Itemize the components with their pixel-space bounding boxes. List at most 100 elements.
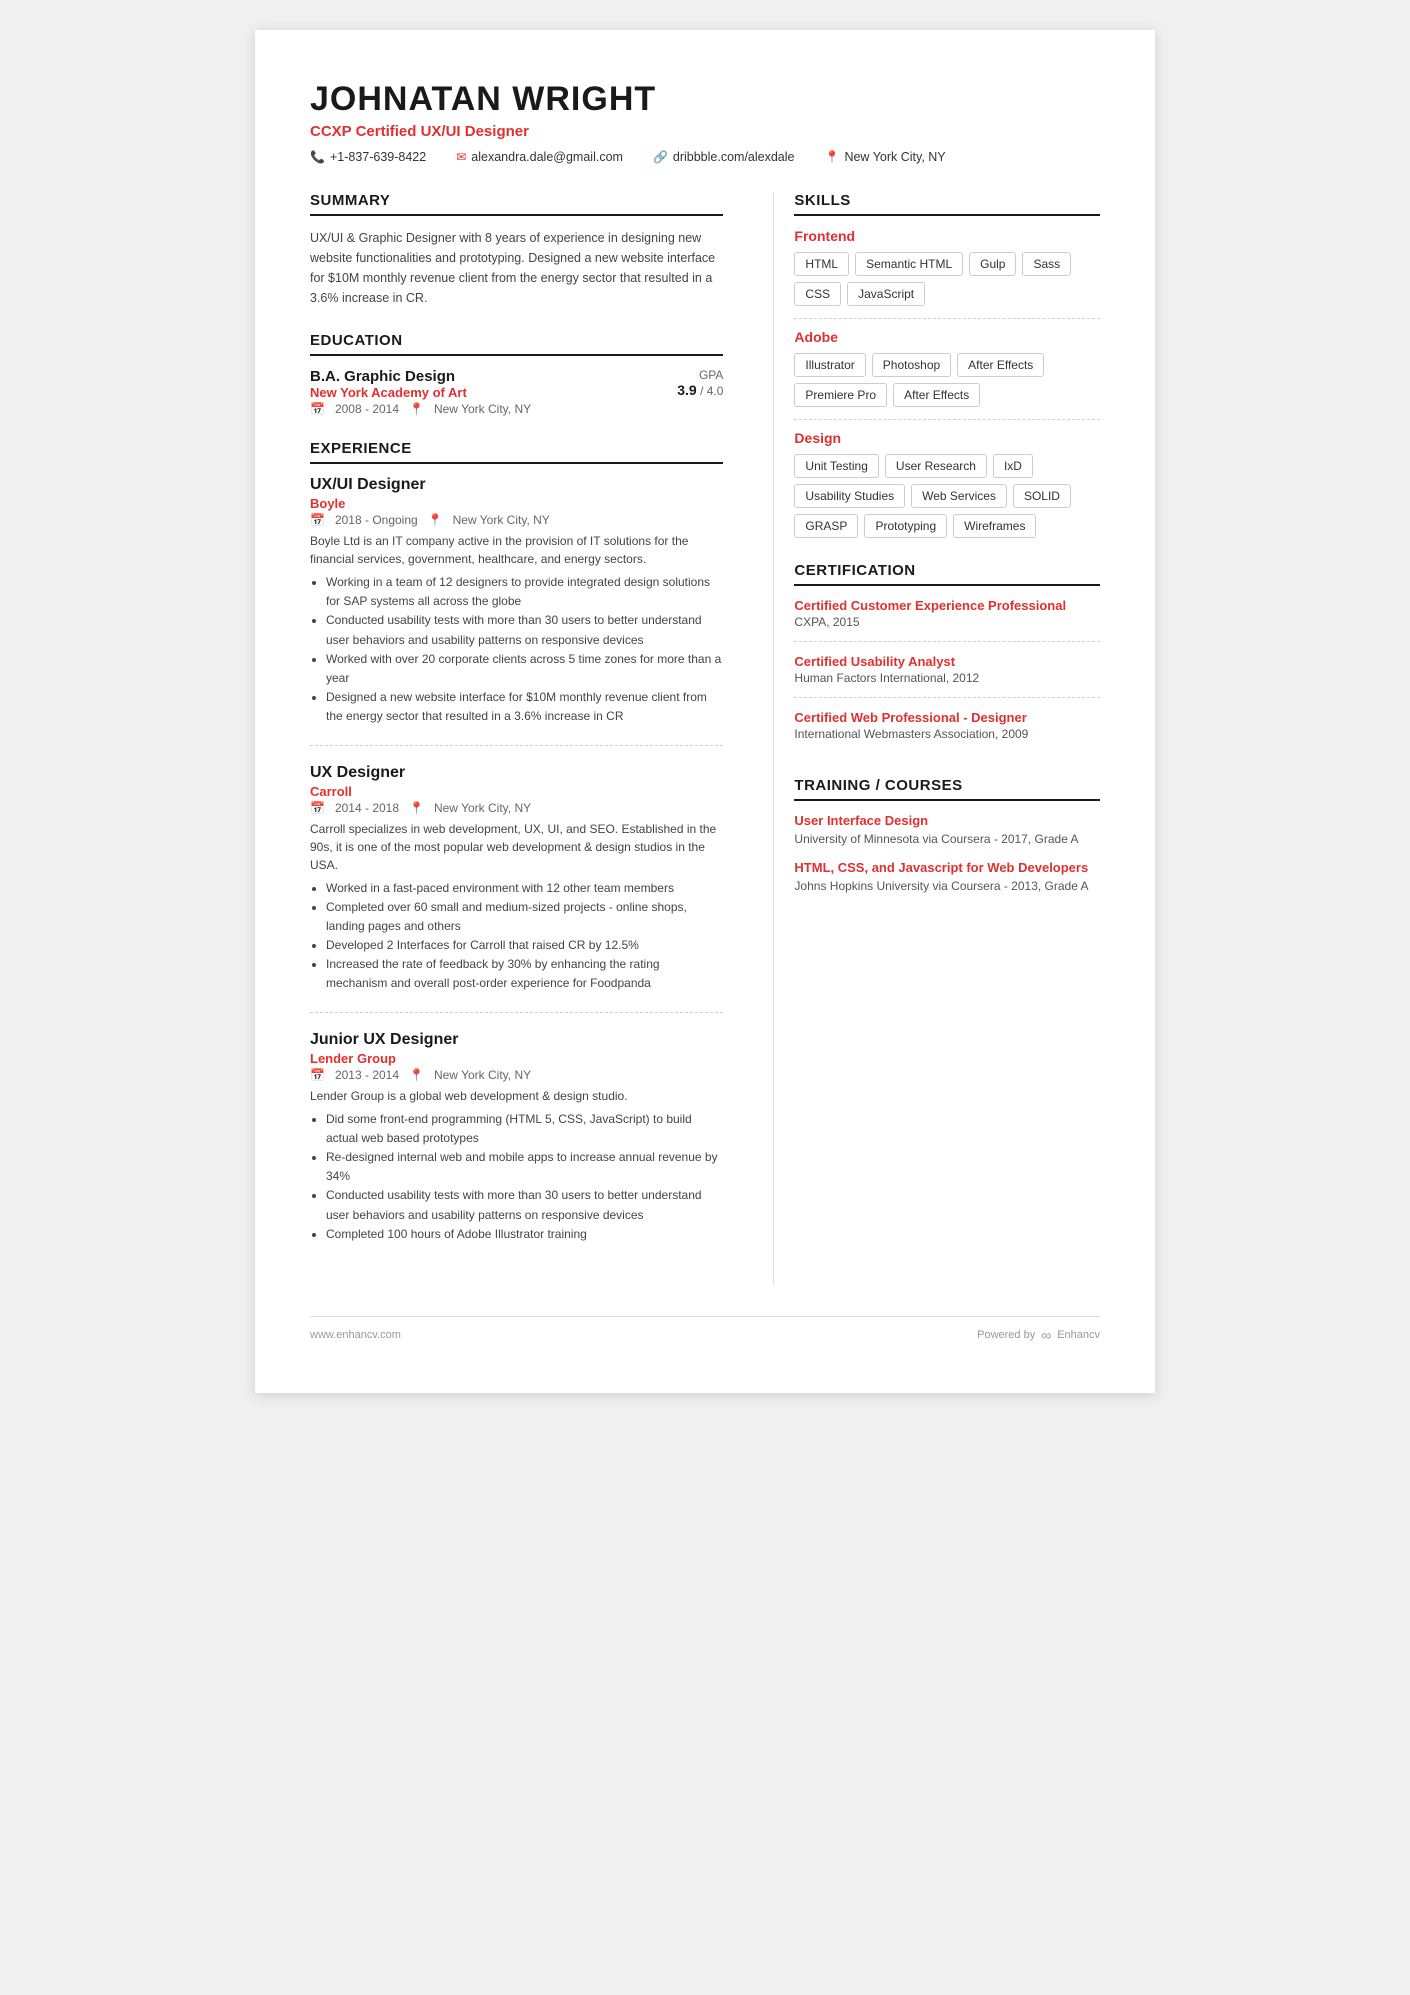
- skill-tag: After Effects: [957, 353, 1044, 377]
- exp-meta-1: 📅 2014 - 2018 📍 New York City, NY: [310, 801, 723, 815]
- education-title: EDUCATION: [310, 332, 723, 356]
- edu-meta: 📅 2008 - 2014 📍 New York City, NY: [310, 402, 531, 416]
- skill-category-design: Design: [794, 430, 1100, 446]
- main-content: SUMMARY UX/UI & Graphic Designer with 8 …: [310, 192, 1100, 1286]
- exp-loc-icon-0: 📍: [428, 513, 443, 527]
- exp-bullets-1: Worked in a fast-paced environment with …: [310, 879, 723, 994]
- frontend-tags: HTML Semantic HTML Gulp Sass CSS JavaScr…: [794, 252, 1100, 306]
- email-icon: ✉: [456, 150, 466, 164]
- skill-tag: Semantic HTML: [855, 252, 963, 276]
- bullet-item: Worked with over 20 corporate clients ac…: [326, 650, 723, 688]
- skill-tag: Photoshop: [872, 353, 951, 377]
- exp-cal-icon-2: 📅: [310, 1068, 325, 1082]
- exp-desc-2: Lender Group is a global web development…: [310, 1087, 723, 1105]
- skill-tag: Sass: [1022, 252, 1071, 276]
- exp-years-0: 2018 - Ongoing: [335, 513, 418, 527]
- education-row: B.A. Graphic Design New York Academy of …: [310, 368, 723, 416]
- skill-tag: After Effects: [893, 383, 980, 407]
- skill-tag: GRASP: [794, 514, 858, 538]
- page-footer: www.enhancv.com Powered by ∞ Enhancv: [310, 1316, 1100, 1343]
- edu-degree: B.A. Graphic Design: [310, 368, 531, 385]
- training-item-1: HTML, CSS, and Javascript for Web Develo…: [794, 860, 1100, 895]
- exp-cal-icon-1: 📅: [310, 801, 325, 815]
- exp-cal-icon-0: 📅: [310, 513, 325, 527]
- experience-item-0: UX/UI Designer Boyle 📅 2018 - Ongoing 📍 …: [310, 476, 723, 746]
- edu-school: New York Academy of Art: [310, 385, 531, 400]
- edu-gpa-block: GPA 3.9 / 4.0: [677, 368, 723, 398]
- powered-by-text: Powered by: [977, 1329, 1035, 1341]
- skills-divider: [794, 318, 1100, 319]
- skills-title: SKILLS: [794, 192, 1100, 216]
- exp-meta-2: 📅 2013 - 2014 📍 New York City, NY: [310, 1068, 723, 1082]
- skill-tag: Wireframes: [953, 514, 1036, 538]
- phone-number: +1-837-639-8422: [330, 150, 426, 164]
- skill-tag: IxD: [993, 454, 1033, 478]
- email-address: alexandra.dale@gmail.com: [471, 150, 623, 164]
- education-section: EDUCATION B.A. Graphic Design New York A…: [310, 332, 723, 416]
- phone-contact: 📞 +1-837-639-8422: [310, 150, 426, 164]
- cert-meta-1: Human Factors International, 2012: [794, 671, 1100, 685]
- experience-item-1: UX Designer Carroll 📅 2014 - 2018 📍 New …: [310, 764, 723, 1013]
- skill-tag: Usability Studies: [794, 484, 905, 508]
- skill-tag: CSS: [794, 282, 841, 306]
- skill-tag: Gulp: [969, 252, 1016, 276]
- cert-item-1: Certified Usability Analyst Human Factor…: [794, 654, 1100, 698]
- skill-tag: User Research: [885, 454, 987, 478]
- exp-role-0: UX/UI Designer: [310, 476, 723, 494]
- bullet-item: Increased the rate of feedback by 30% by…: [326, 955, 723, 993]
- enhancv-logo-icon: ∞: [1041, 1327, 1051, 1343]
- edu-calendar-icon: 📅: [310, 402, 325, 416]
- exp-company-2: Lender Group: [310, 1051, 723, 1066]
- footer-brand: Powered by ∞ Enhancv: [977, 1327, 1100, 1343]
- exp-company-0: Boyle: [310, 496, 723, 511]
- skill-category-adobe: Adobe: [794, 329, 1100, 345]
- resume-page: JOHNATAN WRIGHT CCXP Certified UX/UI Des…: [255, 30, 1155, 1393]
- skill-tag: JavaScript: [847, 282, 925, 306]
- summary-title: SUMMARY: [310, 192, 723, 216]
- skill-tag: SOLID: [1013, 484, 1071, 508]
- exp-meta-0: 📅 2018 - Ongoing 📍 New York City, NY: [310, 513, 723, 527]
- exp-years-1: 2014 - 2018: [335, 801, 399, 815]
- full-name: JOHNATAN WRIGHT: [310, 80, 1100, 119]
- exp-bullets-0: Working in a team of 12 designers to pro…: [310, 573, 723, 727]
- email-contact: ✉ alexandra.dale@gmail.com: [456, 150, 623, 164]
- skills-divider: [794, 419, 1100, 420]
- exp-company-1: Carroll: [310, 784, 723, 799]
- exp-loc-icon-2: 📍: [409, 1068, 424, 1082]
- location-icon: 📍: [825, 150, 840, 164]
- edu-gpa-max: 4.0: [707, 384, 724, 398]
- footer-website: www.enhancv.com: [310, 1329, 401, 1341]
- skill-category-frontend: Frontend: [794, 228, 1100, 244]
- bullet-item: Re-designed internal web and mobile apps…: [326, 1148, 723, 1186]
- bullet-item: Conducted usability tests with more than…: [326, 1186, 723, 1224]
- job-title: CCXP Certified UX/UI Designer: [310, 123, 1100, 140]
- right-column: SKILLS Frontend HTML Semantic HTML Gulp …: [773, 192, 1100, 1286]
- exp-loc-icon-1: 📍: [409, 801, 424, 815]
- design-tags: Unit Testing User Research IxD Usability…: [794, 454, 1100, 538]
- certification-title: CERTIFICATION: [794, 562, 1100, 586]
- exp-years-2: 2013 - 2014: [335, 1068, 399, 1082]
- training-item-0: User Interface Design University of Minn…: [794, 813, 1100, 848]
- experience-item-2: Junior UX Designer Lender Group 📅 2013 -…: [310, 1031, 723, 1262]
- skill-tag: Illustrator: [794, 353, 865, 377]
- edu-years: 2008 - 2014: [335, 402, 399, 416]
- exp-role-1: UX Designer: [310, 764, 723, 782]
- website-contact: 🔗 dribbble.com/alexdale: [653, 150, 795, 164]
- exp-desc-0: Boyle Ltd is an IT company active in the…: [310, 532, 723, 568]
- skill-tag: Web Services: [911, 484, 1007, 508]
- skill-tag: Premiere Pro: [794, 383, 887, 407]
- bullet-item: Developed 2 Interfaces for Carroll that …: [326, 936, 723, 955]
- cert-item-2: Certified Web Professional - Designer In…: [794, 710, 1100, 753]
- training-meta-1: Johns Hopkins University via Coursera - …: [794, 877, 1100, 895]
- bullet-item: Worked in a fast-paced environment with …: [326, 879, 723, 898]
- exp-desc-1: Carroll specializes in web development, …: [310, 820, 723, 874]
- skills-section: SKILLS Frontend HTML Semantic HTML Gulp …: [794, 192, 1100, 538]
- website-url: dribbble.com/alexdale: [673, 150, 795, 164]
- phone-icon: 📞: [310, 150, 325, 164]
- brand-name: Enhancv: [1057, 1329, 1100, 1341]
- exp-bullets-2: Did some front-end programming (HTML 5, …: [310, 1110, 723, 1244]
- training-section: TRAINING / COURSES User Interface Design…: [794, 777, 1100, 895]
- exp-location-1: New York City, NY: [434, 801, 531, 815]
- edu-gpa-value: 3.9 / 4.0: [677, 382, 723, 398]
- edu-gpa-separator: /: [700, 384, 707, 398]
